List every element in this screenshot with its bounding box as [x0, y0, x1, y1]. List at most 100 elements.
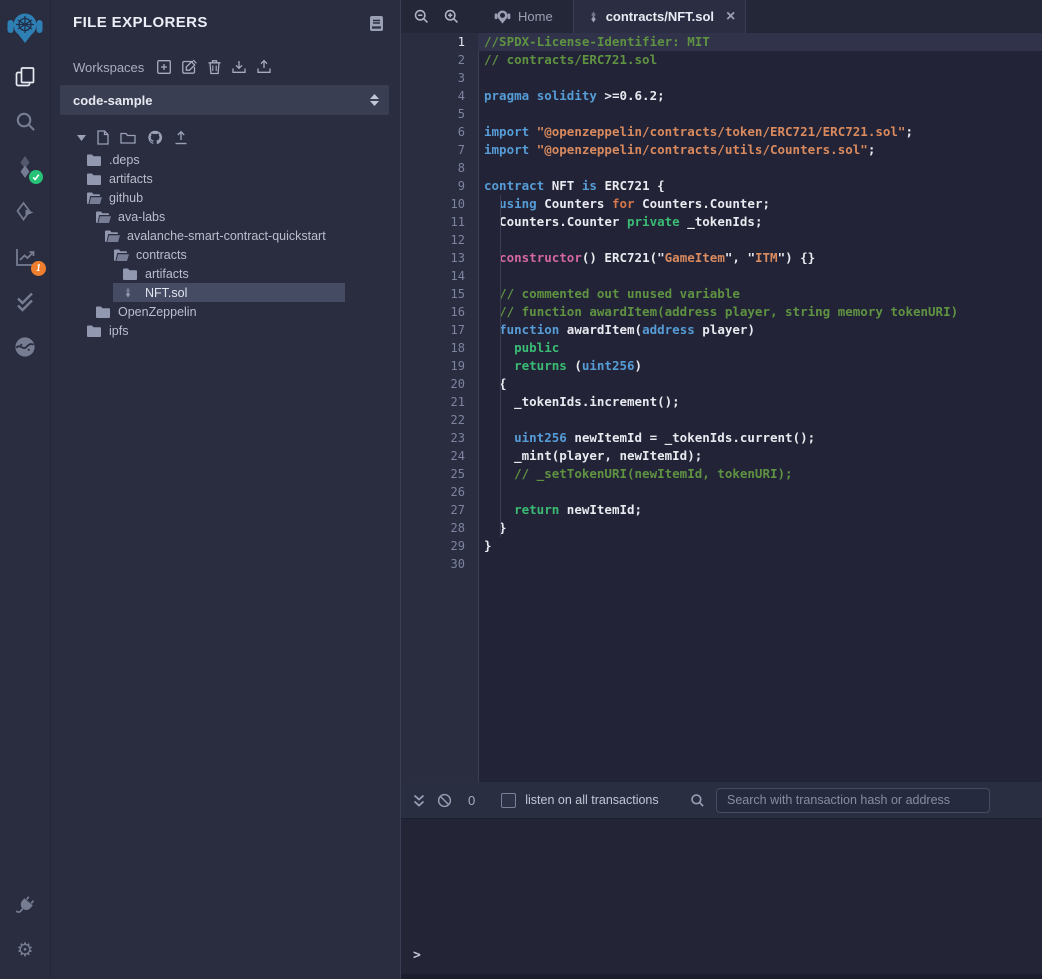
close-tab-icon[interactable]: ×	[726, 9, 735, 25]
sidebar-item-sourcify[interactable]	[0, 324, 50, 369]
code-line[interactable]: 22	[401, 411, 1042, 429]
tree-item-label: contracts	[136, 248, 187, 262]
tree-item-label: artifacts	[109, 172, 153, 186]
code-editor[interactable]: 1//SPDX-License-Identifier: MIT2// contr…	[401, 33, 1042, 782]
delete-workspace-icon[interactable]	[207, 59, 222, 75]
line-number: 17	[401, 321, 478, 339]
sidebar-item-plugin-manager[interactable]	[0, 883, 50, 928]
code-line[interactable]: 24 _mint(player, newItemId);	[401, 447, 1042, 465]
listen-transactions-checkbox[interactable]	[501, 793, 516, 808]
sidebar-item-search[interactable]	[0, 99, 50, 144]
code-line[interactable]: 3	[401, 69, 1042, 87]
code-line[interactable]: 30	[401, 555, 1042, 573]
tree-item--deps[interactable]: .deps	[51, 150, 400, 169]
tab-home[interactable]: Home	[482, 0, 565, 33]
zoom-in-button[interactable]	[436, 0, 466, 33]
terminal-search-icon	[690, 793, 705, 808]
code-line[interactable]: 2// contracts/ERC721.sol	[401, 51, 1042, 69]
tree-item-github[interactable]: github	[51, 188, 400, 207]
code-text: constructor() ERC721("GameItem", "ITM") …	[478, 249, 1042, 267]
line-number: 15	[401, 285, 478, 303]
code-line[interactable]: 7import "@openzeppelin/contracts/utils/C…	[401, 141, 1042, 159]
code-line[interactable]: 25 // _setTokenURI(newItemId, tokenURI);	[401, 465, 1042, 483]
code-line[interactable]: 27 return newItemId;	[401, 501, 1042, 519]
deploy-run-icon	[13, 200, 37, 224]
code-text	[478, 69, 1042, 87]
line-number: 7	[401, 141, 478, 159]
code-line[interactable]: 16 // function awardItem(address player,…	[401, 303, 1042, 321]
code-line[interactable]: 17 function awardItem(address player)	[401, 321, 1042, 339]
code-line[interactable]: 20 {	[401, 375, 1042, 393]
code-line[interactable]: 18 public	[401, 339, 1042, 357]
tree-item-artifacts[interactable]: artifacts	[51, 169, 400, 188]
code-text: _tokenIds.increment();	[478, 393, 1042, 411]
terminal: 0 listen on all transactions >	[401, 782, 1042, 979]
sidebar-item-unit-testing[interactable]	[0, 279, 50, 324]
github-icon[interactable]	[147, 130, 163, 145]
zoom-out-button[interactable]	[406, 0, 436, 33]
listen-transactions-label: listen on all transactions	[525, 793, 658, 807]
upload-workspace-icon[interactable]	[256, 59, 272, 75]
code-line[interactable]: 28 }	[401, 519, 1042, 537]
code-line[interactable]: 1//SPDX-License-Identifier: MIT	[401, 33, 1042, 51]
sidebar-item-analytics[interactable]: 1	[0, 234, 50, 279]
new-file-icon[interactable]	[97, 130, 109, 145]
line-number: 30	[401, 555, 478, 573]
clear-console-icon[interactable]	[437, 793, 452, 808]
code-line[interactable]: 10 using Counters for Counters.Counter;	[401, 195, 1042, 213]
upload-file-icon[interactable]	[174, 130, 188, 145]
code-line[interactable]: 8	[401, 159, 1042, 177]
sidebar-item-deploy-and-run[interactable]	[0, 189, 50, 234]
terminal-search-input[interactable]	[716, 788, 990, 813]
code-text: Counters.Counter private _tokenIds;	[478, 213, 1042, 231]
tree-item-nft-sol[interactable]: NFT.sol	[51, 283, 400, 302]
sidebar-item-file-explorer[interactable]	[0, 54, 50, 99]
tree-item-contracts[interactable]: contracts	[51, 245, 400, 264]
terminal-output[interactable]: >	[401, 818, 1042, 974]
workspace-selected-value: code-sample	[73, 93, 370, 108]
code-line[interactable]: 15 // commented out unused variable	[401, 285, 1042, 303]
code-line[interactable]: 9contract NFT is ERC721 {	[401, 177, 1042, 195]
code-text: {	[478, 375, 1042, 393]
code-line[interactable]: 6import "@openzeppelin/contracts/token/E…	[401, 123, 1042, 141]
remix-home-icon	[494, 8, 511, 25]
collapse-root-chevron-icon[interactable]	[77, 135, 86, 141]
code-text: contract NFT is ERC721 {	[478, 177, 1042, 195]
tree-item-avalanche-smart-contract-quickstart[interactable]: avalanche-smart-contract-quickstart	[51, 226, 400, 245]
folder-icon	[87, 173, 102, 185]
code-line[interactable]: 13 constructor() ERC721("GameItem", "ITM…	[401, 249, 1042, 267]
create-workspace-icon[interactable]	[156, 59, 172, 75]
code-line[interactable]: 29}	[401, 537, 1042, 555]
terminal-bottom-strip	[401, 974, 1042, 979]
code-text: public	[478, 339, 1042, 357]
rename-workspace-icon[interactable]	[181, 59, 198, 75]
code-line[interactable]: 12	[401, 231, 1042, 249]
tree-item-label: avalanche-smart-contract-quickstart	[127, 229, 326, 243]
expand-terminal-icon[interactable]	[413, 794, 425, 807]
sidebar-item-solidity-compiler[interactable]	[0, 144, 50, 189]
code-text: import "@openzeppelin/contracts/token/ER…	[478, 123, 1042, 141]
code-line[interactable]: 21 _tokenIds.increment();	[401, 393, 1042, 411]
new-folder-icon[interactable]	[120, 131, 136, 144]
code-line[interactable]: 4pragma solidity >=0.6.2;	[401, 87, 1042, 105]
code-line[interactable]: 5	[401, 105, 1042, 123]
transaction-count: 0	[468, 793, 475, 808]
tree-item-ipfs[interactable]: ipfs	[51, 321, 400, 340]
workspace-select[interactable]: code-sample	[60, 85, 389, 115]
code-text: uint256 newItemId = _tokenIds.current();	[478, 429, 1042, 447]
code-line[interactable]: 19 returns (uint256)	[401, 357, 1042, 375]
code-line[interactable]: 23 uint256 newItemId = _tokenIds.current…	[401, 429, 1042, 447]
tree-item-artifacts[interactable]: artifacts	[51, 264, 400, 283]
line-number: 4	[401, 87, 478, 105]
code-line[interactable]: 26	[401, 483, 1042, 501]
line-number: 13	[401, 249, 478, 267]
tab-contracts-nft-sol[interactable]: contracts/NFT.sol ×	[573, 0, 747, 33]
code-line[interactable]: 14	[401, 267, 1042, 285]
sidebar-item-settings[interactable]: ⚙	[0, 928, 50, 973]
tree-item-ava-labs[interactable]: ava-labs	[51, 207, 400, 226]
docs-book-icon[interactable]	[369, 15, 384, 32]
code-line[interactable]: 11 Counters.Counter private _tokenIds;	[401, 213, 1042, 231]
code-text: return newItemId;	[478, 501, 1042, 519]
download-workspace-icon[interactable]	[231, 59, 247, 75]
tree-item-openzeppelin[interactable]: OpenZeppelin	[51, 302, 400, 321]
